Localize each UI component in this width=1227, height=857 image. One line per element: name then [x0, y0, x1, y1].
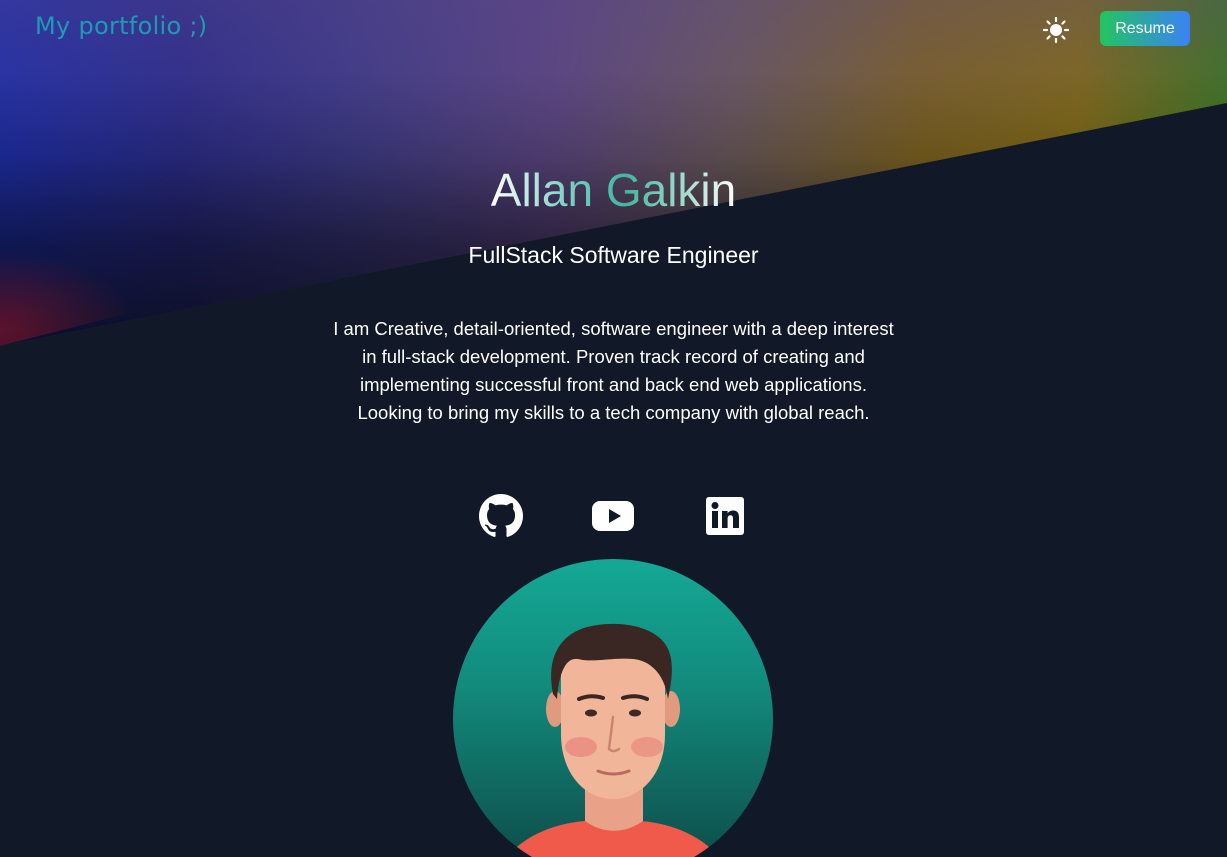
hero-bio: I am Creative, detail-oriented, software… — [333, 318, 894, 423]
hero-name: Allan Galkin — [491, 160, 736, 220]
social-links — [0, 494, 1227, 538]
hero-role: FullStack Software Engineer — [468, 242, 759, 268]
github-icon — [479, 494, 523, 537]
hero-name-container: Allan Galkin — [0, 160, 1227, 220]
site-logo[interactable]: My portfolio ;) — [35, 12, 207, 40]
profile-photo — [507, 623, 719, 857]
profile-avatar — [453, 559, 773, 857]
sun-icon — [1042, 16, 1070, 44]
theme-toggle-button[interactable] — [1042, 16, 1070, 44]
portfolio-page: My portfolio ;) Resume Allan Galkin Full… — [0, 0, 1227, 857]
youtube-link[interactable] — [591, 494, 635, 538]
linkedin-icon — [706, 497, 744, 535]
github-link[interactable] — [479, 494, 523, 538]
site-header: My portfolio ;) Resume — [0, 0, 1227, 60]
linkedin-link[interactable] — [703, 494, 747, 538]
youtube-icon — [592, 501, 634, 531]
resume-button[interactable]: Resume — [1100, 11, 1190, 46]
